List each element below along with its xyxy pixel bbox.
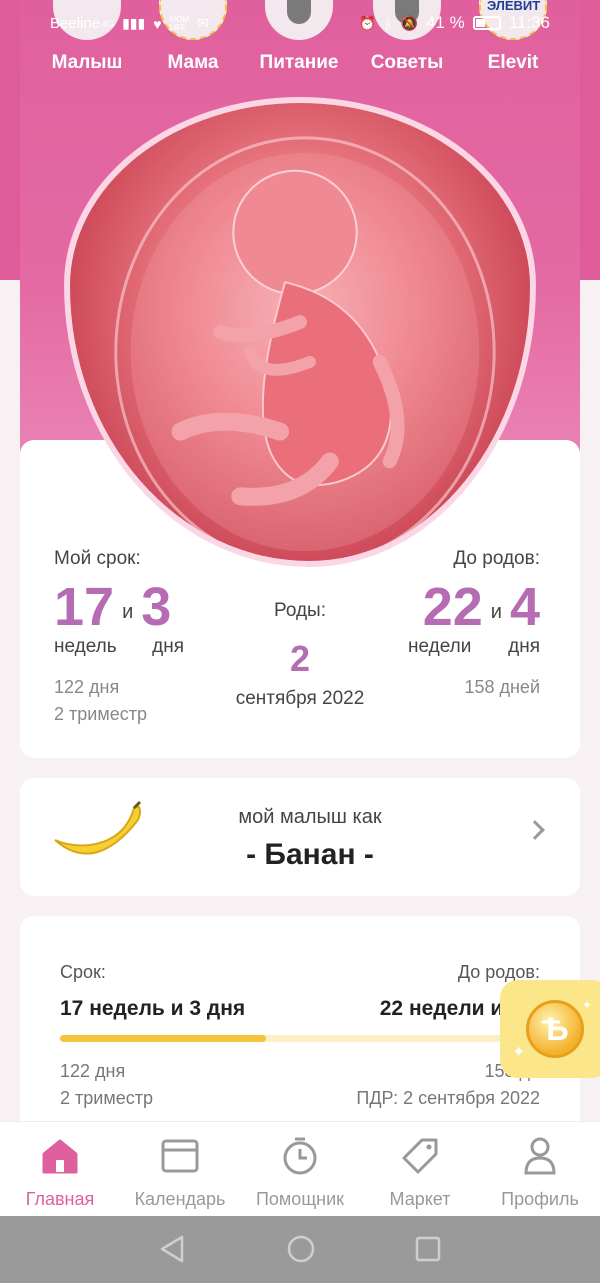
birth-day: 2	[289, 638, 311, 679]
until-days-number: 4	[509, 577, 540, 637]
progress-term-value: 17 недель и 3 дня	[60, 997, 246, 1020]
tag-icon	[402, 1138, 438, 1174]
term-progress-card[interactable]: Срок: 17 недель и 3 дня До родов: 22 нед…	[20, 916, 580, 1146]
topnav-label: Малыш	[51, 52, 123, 73]
topnav-label: Питание	[259, 52, 339, 73]
tab-label: Профиль	[501, 1189, 579, 1209]
profile-icon	[524, 1137, 556, 1175]
topnav-label: Советы	[370, 52, 444, 73]
clock: 11:36	[508, 13, 550, 32]
fetus-drawing	[114, 136, 496, 561]
stopwatch-icon	[283, 1137, 317, 1175]
tab-label: Главная	[25, 1189, 95, 1209]
recents-icon[interactable]	[414, 1234, 442, 1264]
battery-icon	[472, 16, 501, 30]
signal-icon: ▮▮▮	[122, 15, 146, 31]
progress-bar-fill	[60, 1035, 267, 1042]
until-weeks-unit: недели	[408, 636, 472, 657]
until-days-total: 158 дней	[464, 677, 540, 697]
mail-icon: ✉	[197, 15, 209, 31]
days-unit: дня	[152, 636, 184, 657]
progress-days-total: 122 дня	[60, 1061, 126, 1081]
tab-profile[interactable]: Профиль	[480, 1122, 600, 1210]
topnav-label: Elevit	[487, 52, 539, 73]
until-and-word: и	[490, 601, 502, 623]
tab-label: Маркет	[389, 1189, 451, 1209]
mom-life-icon: MOM LIFE	[169, 14, 190, 32]
bluetooth-icon: ᛒ	[384, 15, 393, 31]
bonus-coin-icon: Ѣ	[526, 1000, 584, 1058]
sparkle-icon: ✦	[512, 1044, 526, 1061]
size-fruit-name: - Банан -	[246, 838, 374, 871]
size-caption: мой малыш как	[238, 806, 382, 828]
due-date: ПДР: 2 сентября 2022	[356, 1088, 540, 1108]
birth-month-year: сентября 2022	[235, 688, 365, 709]
birth-label: Роды:	[273, 600, 326, 621]
until-days-unit: дня	[508, 636, 540, 657]
status-bar: Beeline 4G ▮▮▮ ♥ MOM LIFE ✉ ⏰ ᛒ 🔕 41 % 11…	[0, 10, 600, 36]
tab-label: Календарь	[134, 1189, 226, 1209]
until-birth-block: До родов: 22 и 4 недели дня 158 дней	[408, 548, 540, 701]
network-type: 4G	[102, 18, 115, 29]
home-circle-icon[interactable]	[286, 1234, 316, 1264]
progress-term-label: Срок:	[60, 962, 106, 982]
topnav-label: Мама	[167, 52, 219, 73]
mute-icon: 🔕	[400, 14, 418, 31]
alarm-icon: ⏰	[358, 14, 377, 31]
back-icon[interactable]	[158, 1234, 186, 1264]
system-nav-bar	[0, 1216, 600, 1283]
tab-calendar[interactable]: Календарь	[120, 1122, 240, 1210]
pregnancy-progress-bar	[60, 1035, 540, 1042]
tab-home[interactable]: Главная	[0, 1122, 120, 1210]
days-total: 122 дня	[54, 677, 120, 697]
battery-percent: 41 %	[425, 13, 465, 32]
baby-size-card[interactable]: мой малыш как - Банан -	[20, 778, 580, 896]
bonus-button[interactable]: Ѣ ✦ ✦	[500, 980, 600, 1078]
weeks-number: 17	[54, 577, 115, 637]
progress-trimester: 2 триместр	[60, 1088, 153, 1108]
carrier-name: Beeline	[50, 15, 101, 32]
fetus-image	[70, 103, 530, 561]
fetus-illustration[interactable]	[64, 97, 536, 567]
until-weeks-number: 22	[422, 577, 483, 637]
tab-label: Помощник	[255, 1189, 344, 1209]
days-number: 3	[141, 577, 172, 637]
trimester: 2 триместр	[54, 704, 147, 724]
weeks-unit: недель	[54, 636, 117, 657]
home-icon	[42, 1139, 78, 1174]
bottom-tab-bar: Главная Календарь Помощник Маркет Профил…	[0, 1121, 600, 1216]
tab-market[interactable]: Маркет	[360, 1122, 480, 1210]
birth-date-block: Роды: 2 сентября 2022	[200, 600, 400, 710]
tab-assistant[interactable]: Помощник	[240, 1122, 360, 1210]
heart-icon: ♥	[153, 15, 162, 32]
and-word: и	[122, 601, 134, 623]
calendar-icon	[161, 1139, 199, 1173]
sparkle-icon: ✦	[582, 998, 593, 1012]
my-term-block: Мой срок: 17 и 3 недель дня 122 дня 2 тр…	[54, 548, 184, 728]
